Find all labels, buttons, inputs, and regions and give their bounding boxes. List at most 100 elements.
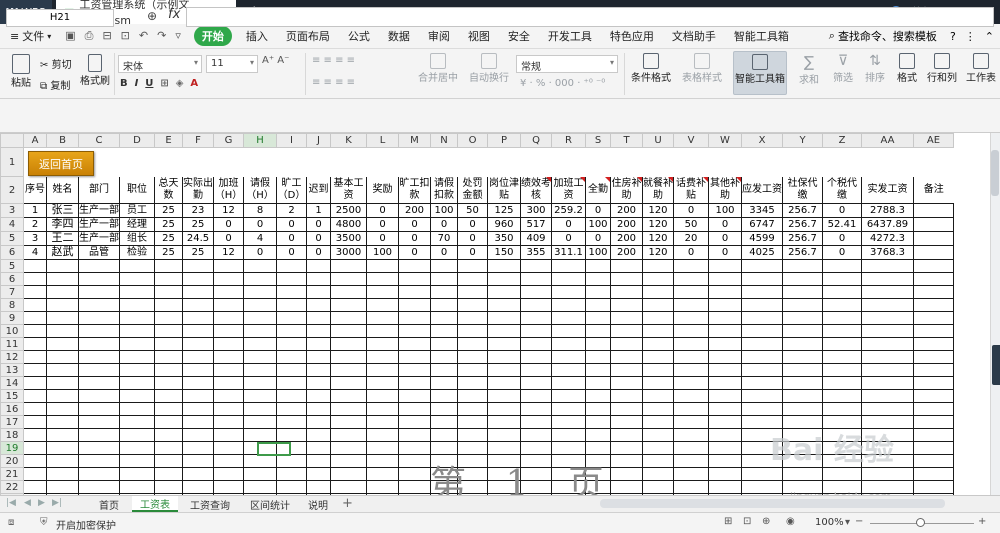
sheet-tab-notes[interactable]: 说明 (302, 496, 334, 512)
cell[interactable] (487, 441, 521, 455)
cell[interactable]: 8 (243, 203, 277, 218)
cell[interactable] (366, 285, 399, 299)
cell[interactable] (551, 259, 586, 273)
cell[interactable] (861, 311, 914, 325)
menu-view[interactable]: 视图 (459, 28, 499, 44)
cell[interactable] (154, 376, 183, 390)
wrap-text-button[interactable]: 自动换行 (465, 53, 513, 84)
cell[interactable] (487, 324, 521, 338)
back-home-button[interactable]: 返回首页 (28, 151, 94, 176)
cell[interactable] (154, 363, 183, 377)
cell[interactable] (430, 402, 458, 416)
cell[interactable] (276, 467, 307, 481)
cell[interactable] (585, 363, 611, 377)
menu-doc-helper[interactable]: 文档助手 (663, 28, 725, 44)
row-header[interactable]: 3 (0, 203, 24, 218)
cell[interactable] (276, 259, 307, 273)
cell[interactable] (119, 467, 155, 481)
column-header[interactable]: A (23, 133, 47, 148)
header-cell[interactable]: 序号 (23, 176, 47, 204)
cell[interactable] (276, 337, 307, 351)
menu-smart-tools[interactable]: 智能工具箱 (725, 28, 798, 44)
merge-center-button[interactable]: 合并居中 (412, 53, 464, 84)
cell[interactable] (213, 389, 244, 403)
cell[interactable] (642, 311, 674, 325)
cell[interactable] (182, 324, 214, 338)
cell[interactable]: 3500 (330, 231, 367, 246)
cell[interactable] (861, 350, 914, 364)
cell[interactable] (398, 350, 431, 364)
cell[interactable] (457, 389, 488, 403)
cell[interactable] (119, 324, 155, 338)
cell[interactable] (861, 467, 914, 481)
cell[interactable]: 25 (154, 217, 183, 232)
cell[interactable] (551, 376, 586, 390)
cell[interactable]: 0 (822, 245, 862, 260)
cell[interactable] (822, 467, 862, 481)
cell[interactable] (610, 324, 643, 338)
header-cell[interactable]: 绩效考核 (520, 176, 552, 204)
cell[interactable] (673, 259, 709, 273)
header-cell[interactable]: 处罚金额 (457, 176, 488, 204)
cell[interactable] (457, 376, 488, 390)
cell[interactable] (708, 311, 742, 325)
column-header[interactable]: T (610, 133, 643, 148)
column-header[interactable]: S (585, 133, 611, 148)
cell[interactable] (430, 389, 458, 403)
cell[interactable] (330, 402, 367, 416)
cell[interactable] (520, 147, 552, 177)
next-sheet-icon[interactable]: ▶ (38, 498, 45, 508)
cell[interactable]: 0 (585, 203, 611, 218)
cell[interactable] (78, 389, 120, 403)
cell[interactable] (213, 324, 244, 338)
cell[interactable] (708, 454, 742, 468)
cell[interactable]: 100 (585, 245, 611, 260)
cell[interactable]: 0 (276, 217, 307, 232)
cell[interactable] (306, 350, 331, 364)
cell[interactable]: 256.7 (782, 203, 823, 218)
cell[interactable] (330, 467, 367, 481)
cell[interactable] (457, 285, 488, 299)
print-icon[interactable]: ⊟ (102, 29, 111, 43)
cell[interactable] (276, 389, 307, 403)
cell[interactable]: 0 (398, 217, 431, 232)
cell[interactable] (46, 454, 79, 468)
cell[interactable] (741, 389, 783, 403)
cell[interactable]: 52.41 (822, 217, 862, 232)
align-buttons-2[interactable]: ≡ ≡ ≡ ≡ (312, 77, 355, 88)
cell[interactable] (243, 389, 277, 403)
cell[interactable] (741, 311, 783, 325)
cell[interactable] (119, 363, 155, 377)
cell[interactable] (330, 285, 367, 299)
cell[interactable] (243, 259, 277, 273)
cell[interactable] (861, 298, 914, 312)
cell[interactable] (23, 389, 47, 403)
cell[interactable] (213, 467, 244, 481)
cell[interactable] (822, 272, 862, 286)
cell[interactable] (861, 337, 914, 351)
help-icon[interactable]: ? (950, 30, 956, 43)
cell[interactable]: 50 (457, 203, 488, 218)
cell[interactable] (330, 428, 367, 442)
cell[interactable] (430, 259, 458, 273)
cell[interactable] (23, 441, 47, 455)
cell[interactable] (154, 324, 183, 338)
cell[interactable] (610, 311, 643, 325)
cell[interactable] (520, 259, 552, 273)
number-format-buttons[interactable]: ¥ · % · 000 · ⁺⁰ ⁻⁰ (520, 78, 605, 89)
cell[interactable] (708, 259, 742, 273)
cell[interactable] (642, 285, 674, 299)
cell[interactable] (610, 350, 643, 364)
cell[interactable] (642, 467, 674, 481)
cell[interactable] (822, 298, 862, 312)
cell[interactable] (119, 298, 155, 312)
cell[interactable] (487, 428, 521, 442)
header-cell[interactable]: 旷工（D） (276, 176, 307, 204)
column-header[interactable]: Y (782, 133, 823, 148)
cell[interactable] (213, 363, 244, 377)
cell[interactable] (154, 428, 183, 442)
column-header[interactable]: B (46, 133, 79, 148)
header-cell[interactable]: 迟到 (306, 176, 331, 204)
zoom-in-icon[interactable]: + (978, 516, 986, 527)
cell[interactable] (119, 259, 155, 273)
